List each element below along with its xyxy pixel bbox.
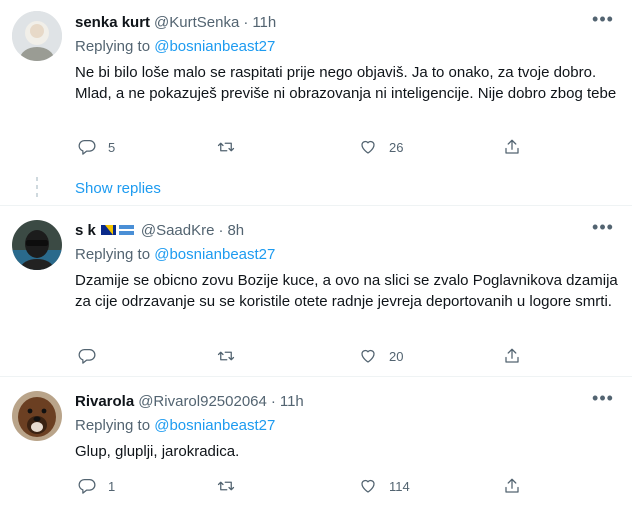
tweet[interactable]: senka kurt @KurtSenka · 11h ••• Replying… <box>0 0 632 205</box>
timestamp[interactable]: 11h <box>280 393 304 410</box>
reply-count: 1 <box>108 478 116 494</box>
reply-icon <box>78 139 96 155</box>
like-button[interactable]: 26 <box>359 137 403 157</box>
like-icon <box>361 140 375 154</box>
reply-icon <box>78 478 96 494</box>
retweet-icon <box>217 481 235 491</box>
sandzak-flag-icon <box>118 225 134 235</box>
tweet-actions: 1 114 <box>75 476 535 496</box>
author-handle[interactable]: @KurtSenka <box>154 14 239 31</box>
replying-to-link[interactable]: @bosnianbeast27 <box>154 417 275 434</box>
like-icon <box>361 479 375 493</box>
person-avatar-icon <box>12 11 62 61</box>
tweet[interactable]: Rivarola @Rivarol92502064 · 11h ••• Repl… <box>0 377 632 508</box>
like-count: 20 <box>389 348 404 364</box>
timestamp[interactable]: 11h <box>252 14 276 31</box>
author-handle[interactable]: @Rivarol92502064 <box>138 393 267 410</box>
share-icon <box>505 348 519 363</box>
separator-dot: · <box>218 221 224 239</box>
replying-prefix: Replying to <box>75 417 151 434</box>
share-button[interactable] <box>503 346 521 366</box>
thread-dot <box>36 193 38 197</box>
author-name[interactable]: s k <box>75 222 96 239</box>
more-icon[interactable]: ••• <box>592 10 614 33</box>
share-button[interactable] <box>503 137 521 157</box>
like-count: 26 <box>389 139 404 155</box>
separator-dot: · <box>270 392 276 410</box>
author-name[interactable]: Rivarola <box>75 393 134 410</box>
tweet-header: s k @SaadKre · 8h <box>75 220 244 240</box>
tweet-text: Glup, gluplji, jarokradica. <box>75 443 240 460</box>
tweet-header: senka kurt @KurtSenka · 11h <box>75 12 276 32</box>
thread-dot <box>36 177 38 181</box>
retweet-button[interactable] <box>217 346 247 366</box>
like-button[interactable]: 114 <box>359 476 410 496</box>
reply-button[interactable]: 5 <box>78 137 115 157</box>
replying-to: Replying to @bosnianbeast27 <box>75 246 275 263</box>
retweet-button[interactable] <box>217 476 247 496</box>
tweet-header: Rivarola @Rivarol92502064 · 11h <box>75 391 304 411</box>
replying-to-link[interactable]: @bosnianbeast27 <box>154 38 275 55</box>
like-icon <box>361 349 375 363</box>
author-name[interactable]: senka kurt <box>75 14 150 31</box>
like-count: 114 <box>389 478 410 494</box>
replying-prefix: Replying to <box>75 246 151 263</box>
person-avatar-icon <box>12 220 62 270</box>
retweet-button[interactable] <box>217 137 247 157</box>
avatar[interactable] <box>12 11 62 61</box>
replying-to-link[interactable]: @bosnianbeast27 <box>154 246 275 263</box>
author-handle[interactable]: @SaadKre <box>141 222 215 239</box>
more-icon[interactable]: ••• <box>592 389 614 412</box>
tweet[interactable]: s k @SaadKre · 8h ••• Replying to @bosni… <box>0 206 632 376</box>
like-button[interactable]: 20 <box>359 346 403 366</box>
reply-count: 5 <box>108 139 116 155</box>
replying-to: Replying to @bosnianbeast27 <box>75 38 275 55</box>
timestamp[interactable]: 8h <box>227 222 244 239</box>
replying-to: Replying to @bosnianbeast27 <box>75 417 275 434</box>
share-button[interactable] <box>503 476 521 496</box>
thread-dot <box>36 185 38 189</box>
dog-avatar-icon <box>12 391 62 441</box>
more-icon[interactable]: ••• <box>592 218 614 241</box>
thread-dots <box>36 177 39 201</box>
retweet-icon <box>217 351 235 361</box>
separator-dot: · <box>243 13 249 31</box>
share-icon <box>505 478 519 493</box>
reply-icon <box>78 348 96 364</box>
avatar[interactable] <box>12 391 62 441</box>
share-icon <box>505 139 519 154</box>
profile-flags <box>100 225 134 235</box>
reply-button[interactable] <box>78 346 108 366</box>
tweet-text: Ne bi bilo loše malo se raspitati prije … <box>75 64 617 102</box>
tweet-text: Dzamije se obicno zovu Bozije kuce, a ov… <box>75 272 618 310</box>
retweet-icon <box>217 142 235 152</box>
reply-button[interactable]: 1 <box>78 476 115 496</box>
tweet-actions: 5 26 <box>75 137 535 157</box>
bosnia-flag-icon <box>100 225 116 235</box>
tweet-actions: 20 <box>75 346 535 366</box>
avatar[interactable] <box>12 220 62 270</box>
replying-prefix: Replying to <box>75 38 151 55</box>
show-replies-link[interactable]: Show replies <box>75 180 161 197</box>
